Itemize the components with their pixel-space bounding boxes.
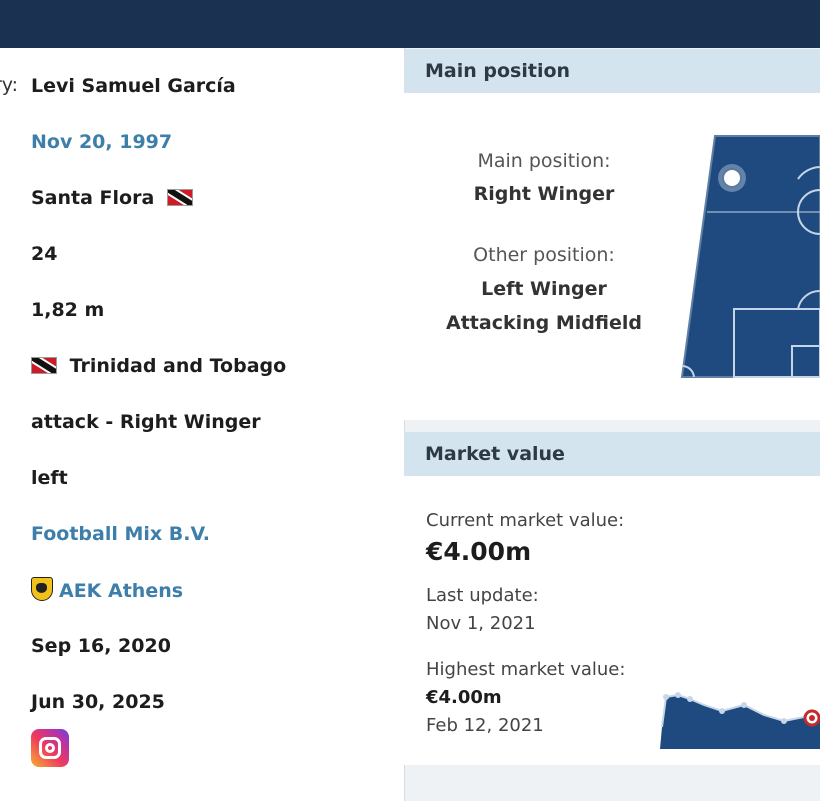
agent-link[interactable]: Football Mix B.V. (31, 522, 210, 546)
trinidad-flag-icon (166, 189, 193, 206)
current-value-label: Current market value: (426, 510, 625, 531)
position-panel-title: Main position (404, 49, 820, 93)
pitch-diagram (680, 135, 820, 378)
birth-date-link[interactable]: Nov 20, 1997 (31, 130, 172, 154)
market-value-sparkline[interactable] (654, 687, 820, 749)
aek-crest-icon (31, 577, 53, 601)
position-value: attack - Right Winger (31, 411, 261, 433)
other-position-label: Other position: (473, 244, 615, 266)
position-panel: Main position Main position: Right Winge… (404, 49, 820, 420)
sparkline-point (719, 708, 725, 714)
birth-place-value: Santa Flora (31, 186, 193, 210)
last-update-label: Last update: (426, 585, 539, 606)
full-name-value: Levi Samuel García (31, 75, 236, 97)
last-update-value: Nov 1, 2021 (426, 613, 536, 634)
main-position-label: Main position: (477, 150, 611, 172)
height-value: 1,82 m (31, 299, 105, 321)
sparkline-current-point-dot (809, 715, 815, 721)
current-value-amount: €4.00m (426, 537, 532, 566)
citizenship-value: Trinidad and Tobago (31, 354, 286, 378)
other-position-value: Left Winger (481, 278, 607, 300)
main-position-value: Right Winger (473, 183, 615, 205)
highest-value-label: Highest market value: (426, 659, 626, 680)
current-club-link[interactable]: AEK Athens (31, 577, 183, 603)
pitch-field (680, 135, 820, 378)
top-navigation-bar (0, 0, 820, 48)
joined-value: Sep 16, 2020 (31, 635, 171, 657)
highest-value-date: Feb 12, 2021 (426, 715, 544, 736)
trinidad-flag-icon (31, 357, 57, 374)
foot-value: left (31, 467, 68, 489)
contract-expires-value: Jun 30, 2025 (31, 691, 165, 713)
market-value-panel: Market value Current market value: €4.00… (404, 432, 820, 765)
position-marker-right-winger-dot (722, 168, 742, 188)
sparkline-point (663, 694, 669, 700)
instagram-icon[interactable] (31, 729, 69, 767)
birth-place-text: Santa Flora (31, 187, 155, 209)
highest-value-amount: €4.00m (426, 687, 502, 708)
fact-label-cut: ry: (0, 74, 19, 96)
other-position-value: Attacking Midfield (446, 312, 642, 334)
age-value: 24 (31, 243, 58, 265)
club-name: AEK Athens (59, 580, 184, 602)
sparkline-point (781, 718, 787, 724)
sparkline-point (675, 692, 681, 698)
sparkline-point (741, 702, 747, 708)
market-value-panel-title: Market value (404, 432, 820, 476)
sparkline-point (687, 696, 693, 702)
sparkline-area (660, 695, 820, 749)
citizenship-text: Trinidad and Tobago (69, 355, 287, 377)
